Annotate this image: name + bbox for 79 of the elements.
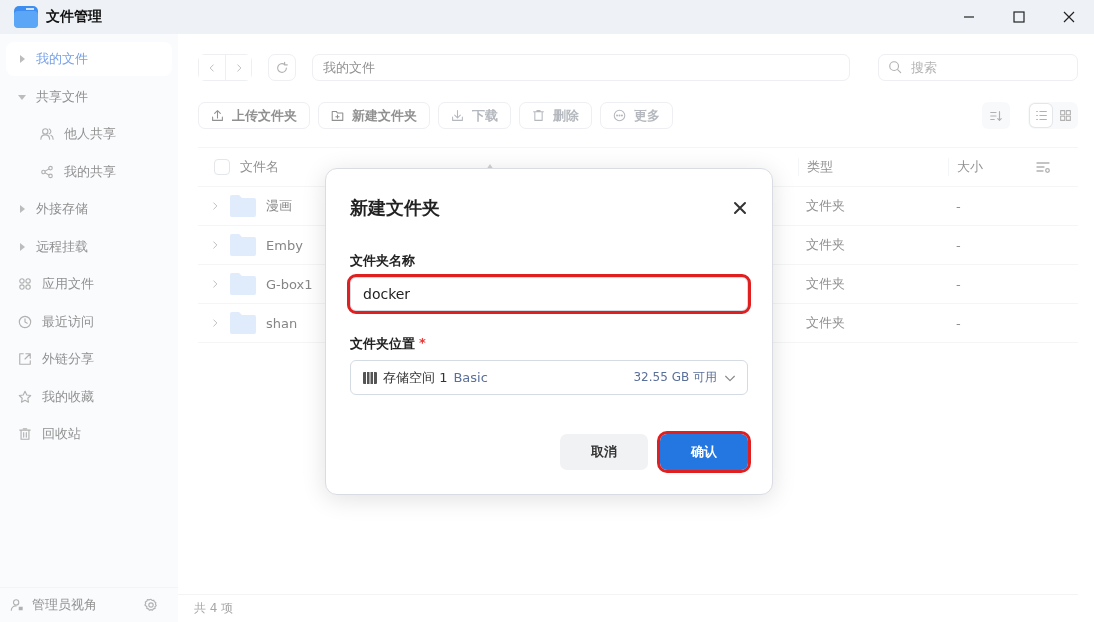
item-count: 共 4 项	[194, 600, 234, 617]
refresh-button[interactable]	[268, 54, 296, 81]
toolbar-button[interactable]: 新建文件夹	[318, 102, 430, 129]
star-icon	[18, 389, 32, 404]
file-name: 漫画	[266, 197, 292, 215]
folder-icon	[230, 273, 256, 295]
dialog-title: 新建文件夹	[350, 196, 440, 220]
table-cell-text: 文件夹	[805, 197, 846, 215]
expand-chevron-icon	[210, 279, 220, 289]
list-icon	[1034, 109, 1048, 122]
field-label: 文件夹位置	[350, 335, 415, 353]
file-name: shan	[266, 315, 298, 331]
table-cell-text: -	[955, 276, 962, 292]
trash-icon	[18, 427, 32, 441]
sidebar-item[interactable]: 我的共享	[6, 154, 172, 189]
new-folder-icon	[331, 109, 344, 122]
toolbar-button[interactable]: 上传文件夹	[198, 102, 310, 129]
sidebar-item[interactable]: 共享文件	[6, 79, 172, 114]
settings-icon	[144, 598, 158, 612]
trash-icon	[532, 109, 545, 122]
confirm-button[interactable]: 确认	[660, 434, 748, 470]
table-cell-text: 文件夹	[805, 314, 846, 332]
sort-button[interactable]	[982, 102, 1010, 129]
file-name: G-box1	[266, 276, 313, 292]
column-header: 文件名	[240, 158, 279, 176]
column-header: 类型	[807, 158, 833, 176]
sidebar-item[interactable]: 远程挂载	[6, 229, 172, 264]
table-cell-text: -	[955, 315, 962, 331]
sidebar-item[interactable]: 最近访问	[6, 304, 172, 339]
sidebar-item[interactable]: 我的文件	[6, 42, 172, 76]
table-cell-text: 文件夹	[805, 275, 846, 293]
folder-icon	[230, 312, 256, 334]
column-header: 大小	[957, 158, 983, 176]
sidebar-item[interactable]: 我的收藏	[6, 379, 172, 414]
grid-icon	[1058, 109, 1072, 122]
sidebar-item[interactable]: 他人共享	[6, 117, 172, 151]
required-mark: *	[419, 335, 426, 352]
clock-icon	[18, 314, 32, 329]
more-icon	[613, 109, 626, 122]
table-cell-text: -	[955, 237, 962, 253]
upload-icon	[211, 109, 224, 122]
folder-icon	[230, 234, 256, 256]
back-icon	[207, 62, 217, 73]
users-icon	[40, 127, 54, 141]
sidebar-item[interactable]: 回收站	[6, 417, 172, 451]
location-dropdown[interactable]: 存储空间 1 Basic 32.55 GB 可用	[350, 360, 748, 395]
folder-app-logo-icon	[14, 5, 38, 29]
table-cell-text: -	[955, 198, 962, 214]
path-field[interactable]: 我的文件	[312, 54, 850, 81]
close-button[interactable]	[732, 200, 748, 216]
sidebar-item[interactable]: 应用文件	[6, 267, 172, 301]
close-icon	[1063, 11, 1075, 23]
refresh-icon	[275, 60, 289, 75]
table-cell-text: 文件夹	[805, 236, 846, 254]
sidebar-item[interactable]: 外链分享	[6, 342, 172, 376]
sidebar-item[interactable]: 外接存储	[6, 192, 172, 226]
folder-name-field[interactable]: docker	[350, 277, 748, 311]
expand-chevron-icon	[210, 318, 220, 328]
expand-chevron-icon	[210, 201, 220, 211]
forward-button[interactable]	[225, 55, 251, 80]
field-label: 文件夹名称	[350, 252, 415, 270]
folder-icon	[230, 195, 256, 217]
maximize-icon	[1013, 11, 1025, 23]
admin-user-icon	[10, 598, 24, 612]
column-settings-icon	[1035, 159, 1051, 175]
select-all-checkbox[interactable]	[214, 159, 230, 175]
list-view-button[interactable]	[1030, 104, 1052, 127]
share-link-icon	[18, 352, 32, 366]
storage-icon	[363, 371, 377, 384]
download-icon	[451, 109, 464, 122]
window-title: 文件管理	[46, 8, 103, 26]
apps-icon	[18, 277, 32, 291]
admin-view-label: 管理员视角	[32, 596, 98, 614]
sort-icon	[989, 108, 1003, 123]
share-icon	[40, 164, 54, 179]
cancel-button[interactable]: 取消	[560, 434, 648, 470]
expand-chevron-icon	[210, 240, 220, 250]
file-name: Emby	[266, 237, 303, 253]
search-field[interactable]: 搜索	[878, 54, 1078, 81]
